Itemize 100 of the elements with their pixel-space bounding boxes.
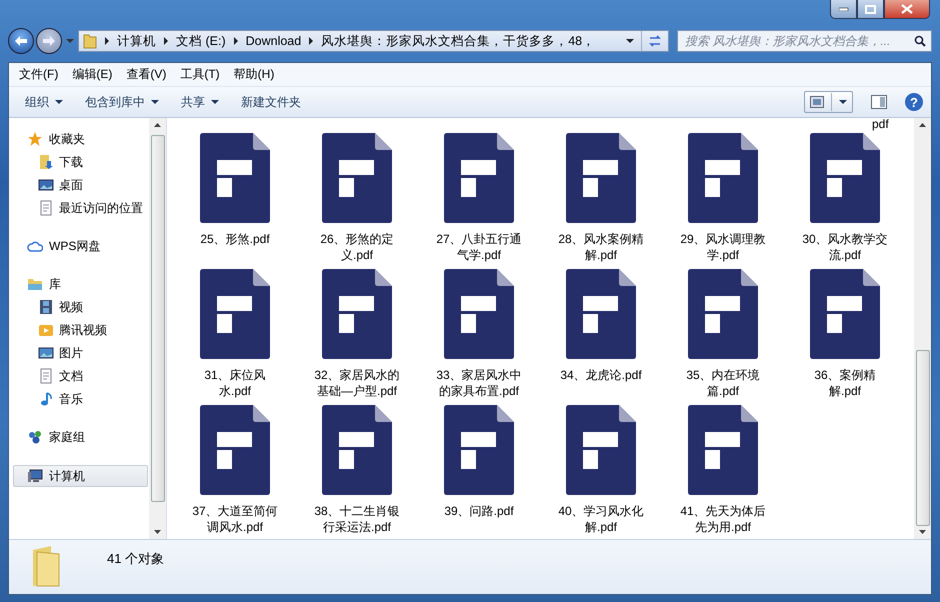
pdf-file-icon[interactable]	[688, 133, 758, 223]
scroll-down-icon[interactable]	[919, 530, 926, 534]
file-name[interactable]: 39、问路.pdf	[433, 503, 525, 519]
file-name[interactable]: 36、案例精解.pdf	[799, 367, 891, 399]
maximize-icon	[865, 4, 876, 14]
menu-item[interactable]: 帮助(H)	[226, 66, 282, 83]
sidebar-item[interactable]: WPS网盘	[9, 236, 148, 256]
pdf-file-icon[interactable]	[444, 405, 514, 495]
music-icon	[38, 391, 54, 407]
pdf-file-icon[interactable]	[444, 133, 514, 223]
file-name[interactable]: 27、八卦五行通气学.pdf	[433, 231, 525, 263]
chevron-icon	[308, 37, 314, 45]
scroll-down-icon[interactable]	[154, 530, 161, 534]
breadcrumb[interactable]: 文档 (E:)	[176, 32, 226, 50]
download-icon	[38, 154, 54, 170]
pdf-file-icon[interactable]	[200, 405, 270, 495]
forward-button[interactable]	[36, 28, 62, 54]
search-field[interactable]: 搜索 风水堪舆：形家风水文档合集，...	[677, 30, 932, 52]
sidebar-item[interactable]: 下载	[9, 152, 148, 172]
menu-item[interactable]: 工具(T)	[173, 66, 227, 83]
pdf-file-icon[interactable]	[810, 269, 880, 359]
picture-icon	[810, 96, 824, 108]
file-name[interactable]: 35、内在环境篇.pdf	[677, 367, 769, 399]
arrow-left-icon	[14, 35, 28, 47]
menu-item[interactable]: 文件(F)	[12, 66, 66, 83]
file-name[interactable]: 26、形煞的定义.pdf	[311, 231, 403, 263]
picture-icon	[38, 345, 54, 361]
pdf-file-icon[interactable]	[200, 269, 270, 359]
breadcrumb[interactable]: 计算机	[117, 32, 156, 50]
sidebar-item[interactable]: 家庭组	[9, 427, 148, 447]
toolbar-button[interactable]: 包含到库中	[76, 90, 168, 114]
caret-icon	[211, 100, 219, 104]
menu-item[interactable]: 编辑(E)	[65, 66, 120, 83]
minimize-button[interactable]	[830, 0, 857, 19]
scrollbar[interactable]	[149, 118, 166, 539]
toolbar-button[interactable]: 组织	[16, 90, 72, 114]
file-name[interactable]: 40、学习风水化解.pdf	[555, 503, 647, 535]
scroll-up-icon[interactable]	[154, 123, 161, 127]
computer-icon	[27, 468, 43, 484]
chevron-icon	[163, 37, 169, 45]
item-count: 41 个对象	[107, 550, 164, 568]
sidebar-item[interactable]: 图片	[9, 343, 148, 363]
sidebar-item[interactable]: 收藏夹	[9, 129, 148, 149]
file-name[interactable]: 32、家居风水的基础—户型.pdf	[311, 367, 403, 399]
pdf-file-icon[interactable]	[322, 405, 392, 495]
close-icon	[901, 4, 913, 14]
file-name[interactable]: 31、床位风水.pdf	[189, 367, 281, 399]
dropdown-icon[interactable]	[626, 38, 634, 44]
sidebar-item[interactable]: 文档	[9, 366, 148, 386]
toolbar-button[interactable]: 新建文件夹	[232, 90, 310, 114]
file-name[interactable]: 38、十二生肖银行采运法.pdf	[311, 503, 403, 535]
close-button[interactable]	[884, 0, 930, 19]
star-icon	[27, 131, 43, 147]
pdf-file-icon[interactable]	[566, 405, 636, 495]
file-name[interactable]: 33、家居风水中的家具布置.pdf	[433, 367, 525, 399]
history-dropdown-icon[interactable]	[66, 38, 74, 44]
pdf-file-icon[interactable]	[322, 133, 392, 223]
file-name[interactable]: 28、风水案例精解.pdf	[555, 231, 647, 263]
document-icon	[38, 368, 54, 384]
file-name[interactable]: 29、风水调理教学.pdf	[677, 231, 769, 263]
maximize-button[interactable]	[857, 0, 884, 19]
help-button[interactable]: ?	[905, 93, 923, 111]
scrollbar[interactable]	[914, 118, 931, 539]
pdf-file-icon[interactable]	[444, 269, 514, 359]
view-button[interactable]	[804, 91, 853, 113]
pdf-file-icon[interactable]	[200, 133, 270, 223]
pdf-file-icon[interactable]	[688, 269, 758, 359]
sidebar-item[interactable]: 最近访问的位置	[9, 198, 148, 218]
sidebar-item[interactable]: 视频	[9, 297, 148, 317]
menu-item[interactable]: 查看(V)	[119, 66, 174, 83]
folder-icon	[83, 33, 97, 49]
caret-icon	[55, 100, 63, 104]
sidebar-item[interactable]: 桌面	[9, 175, 148, 195]
file-name[interactable]: 30、风水教学交流.pdf	[799, 231, 891, 263]
caret-icon	[839, 100, 847, 104]
chevron-icon	[232, 37, 239, 45]
chevron-icon	[104, 37, 110, 45]
pdf-file-icon[interactable]	[688, 405, 758, 495]
pdf-file-icon[interactable]	[566, 269, 636, 359]
file-name[interactable]: 37、大道至简何调风水.pdf	[189, 503, 281, 535]
address-bar[interactable]: 计算机 文档 (E:) Download 风水堪舆：形家风水文档合集，干货多多，48，	[78, 30, 669, 52]
file-name[interactable]: 41、先天为体后先为用.pdf	[677, 503, 769, 535]
breadcrumb[interactable]: Download	[246, 34, 302, 48]
breadcrumb[interactable]: 风水堪舆：形家风水文档合集，干货多多，48，	[321, 32, 596, 50]
file-name: pdf	[872, 118, 889, 131]
sidebar-item[interactable]: 腾讯视频	[9, 320, 148, 340]
pdf-file-icon[interactable]	[322, 269, 392, 359]
toolbar-button[interactable]: 共享	[172, 90, 228, 114]
sidebar-item[interactable]: 计算机	[13, 465, 148, 487]
sidebar-item[interactable]: 库	[9, 274, 148, 294]
pdf-file-icon[interactable]	[566, 133, 636, 223]
preview-pane-icon[interactable]	[871, 95, 887, 109]
minimize-icon	[838, 7, 848, 11]
file-name[interactable]: 34、龙虎论.pdf	[555, 367, 647, 383]
scroll-up-icon[interactable]	[919, 123, 926, 127]
arrow-right-icon	[42, 35, 56, 47]
sidebar-item[interactable]: 音乐	[9, 389, 148, 409]
back-button[interactable]	[8, 28, 34, 54]
pdf-file-icon[interactable]	[810, 133, 880, 223]
file-name[interactable]: 25、形煞.pdf	[189, 231, 281, 247]
